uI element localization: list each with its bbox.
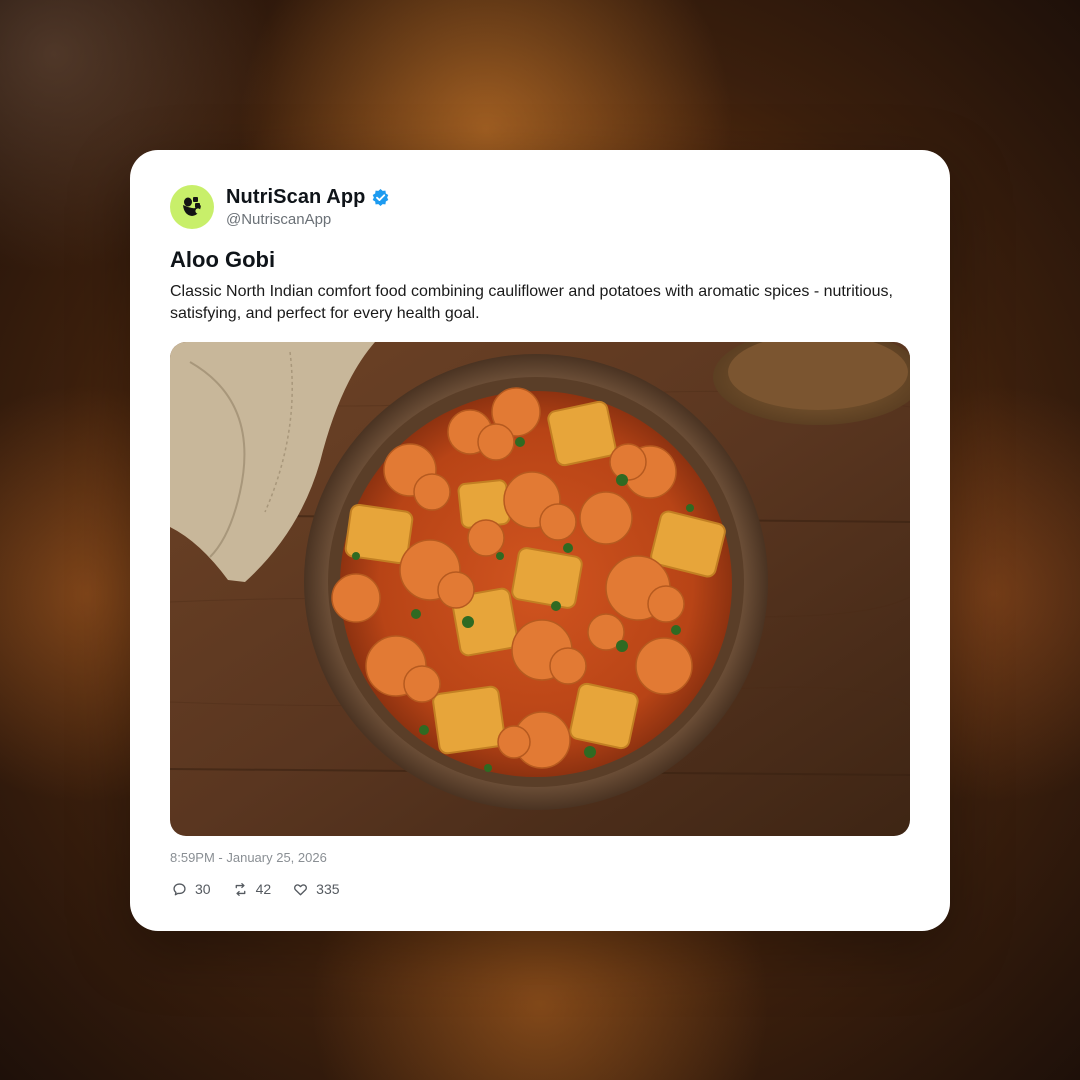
repost-count: 42 (255, 881, 272, 897)
verified-badge-icon (373, 188, 389, 207)
reply-count: 30 (195, 881, 211, 897)
post-description: Classic North Indian comfort food combin… (170, 283, 893, 322)
nutriscan-logo-icon (183, 197, 201, 216)
reply-button[interactable]: 30 (172, 881, 211, 897)
account-name[interactable]: NutriScan App (226, 186, 365, 209)
post-title: Aloo Gobi (170, 247, 276, 272)
post-timestamp: 8:59PM - January 25, 2026 (170, 850, 327, 865)
food-photo (170, 342, 910, 836)
post-card: NutriScan App @NutriscanApp Aloo Gobi Cl… (130, 150, 950, 931)
like-button[interactable]: 335 (293, 881, 340, 897)
avatar[interactable] (170, 185, 214, 229)
repost-button[interactable]: 42 (233, 881, 272, 897)
account-handle[interactable]: @NutriscanApp (226, 211, 331, 228)
heart-icon (294, 883, 308, 895)
repost-icon (235, 882, 245, 896)
post-image[interactable] (170, 342, 910, 836)
comment-icon (173, 882, 186, 895)
like-count: 335 (316, 881, 340, 897)
account-name-row: NutriScan App (226, 186, 390, 209)
post-actions: 30 42 335 (172, 881, 362, 897)
